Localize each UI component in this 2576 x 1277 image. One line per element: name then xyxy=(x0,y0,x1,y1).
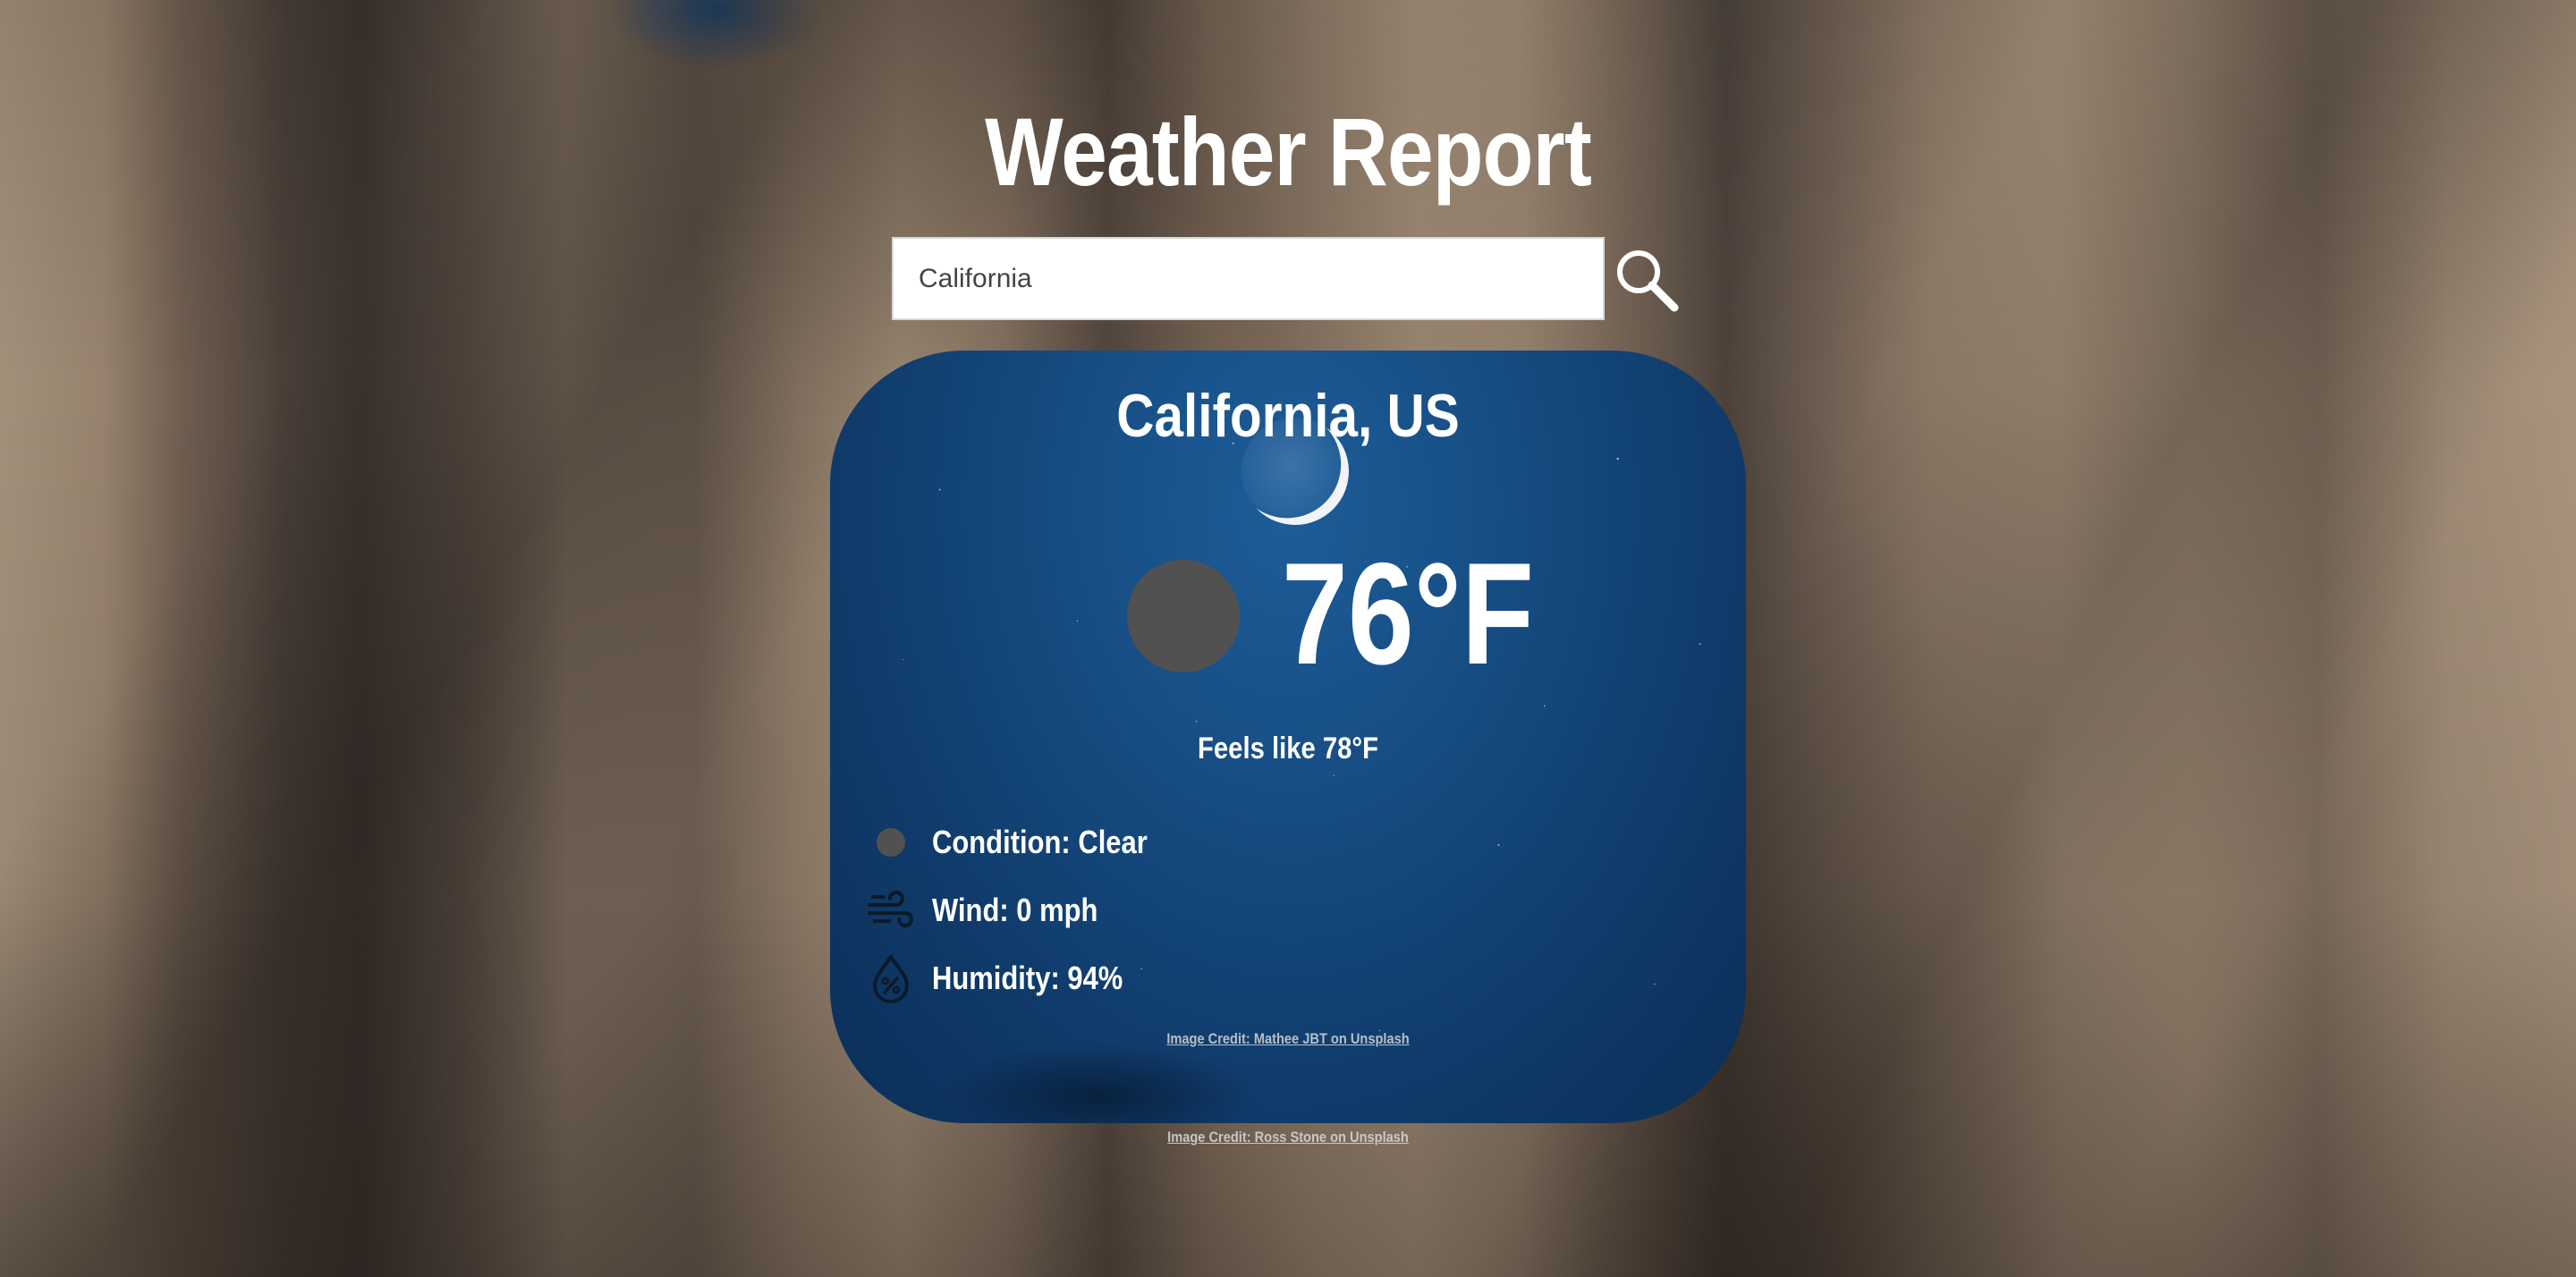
humidity-label: Humidity: 94% xyxy=(932,960,1123,996)
humidity-row: Humidity: 94% xyxy=(866,951,1154,1005)
condition-label: Condition: Clear xyxy=(932,824,1148,860)
card-image-credit-link[interactable]: Image Credit: Mathee JBT on Unsplash xyxy=(894,1030,1682,1048)
search-icon xyxy=(1617,250,1679,312)
weather-card: California, US 76°F Feels like 78°F Cond… xyxy=(830,351,1746,1123)
temperature: 76°F xyxy=(1282,533,1535,695)
weather-condition-icon xyxy=(1127,560,1240,672)
humidity-icon xyxy=(866,953,916,1003)
search-input[interactable] xyxy=(892,237,1605,320)
location-title: California, US xyxy=(1116,382,1460,450)
condition-icon xyxy=(866,817,916,867)
wind-label: Wind: 0 mph xyxy=(932,892,1098,928)
page-title: Weather Report xyxy=(985,97,1592,206)
wind-row: Wind: 0 mph xyxy=(866,884,1125,937)
wind-icon xyxy=(866,885,916,935)
feels-like: Feels like 78°F xyxy=(1198,732,1378,765)
page-image-credit-link[interactable]: Image Credit: Ross Stone on Unsplash xyxy=(181,1129,2396,1146)
condition-row: Condition: Clear xyxy=(866,816,1182,869)
search-button[interactable] xyxy=(1610,243,1685,318)
